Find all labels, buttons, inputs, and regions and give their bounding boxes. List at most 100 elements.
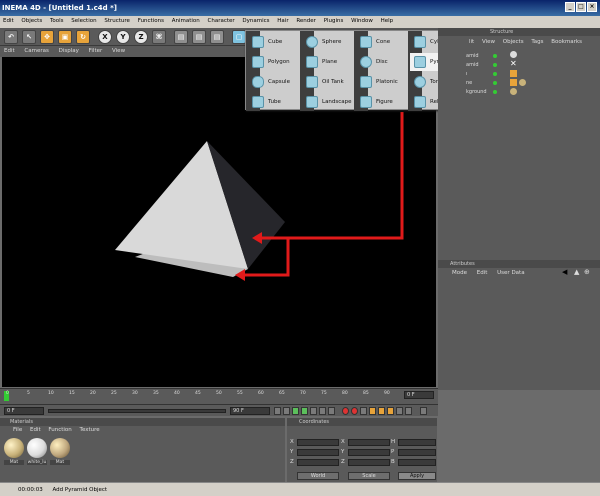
viewport-menu-edit[interactable]: Edit [4,48,15,54]
material-swatch[interactable] [50,438,70,458]
attributes-menu-mode[interactable]: Mode [452,270,467,276]
menu-structure[interactable]: Structure [104,18,130,24]
loop-icon[interactable] [328,407,335,415]
x-axis-button[interactable]: X [98,30,112,44]
coordinate-system-icon[interactable]: ⌘ [152,30,166,44]
position-x-field[interactable] [297,439,339,446]
attributes-menu-edit[interactable]: Edit [477,270,488,276]
back-arrow-icon[interactable]: ◀ [562,268,567,276]
menu-render[interactable]: Render [296,18,316,24]
dropdown-item-capsule[interactable]: Capsule [248,73,304,91]
size-x-field[interactable] [348,439,390,446]
object-row[interactable]: ne [466,79,600,87]
step-forward-icon[interactable] [310,407,317,415]
parameter-key-icon[interactable] [396,407,403,415]
material-swatch[interactable] [4,438,24,458]
objects-menu-view[interactable]: View [482,39,495,45]
menu-hair[interactable]: Hair [277,18,288,24]
object-row[interactable]: amid [466,52,600,60]
move-icon[interactable]: ✥ [40,30,54,44]
dropdown-item-landscape[interactable]: Landscape [302,93,358,111]
render-picture-viewer-icon[interactable]: ▤ [192,30,206,44]
size-mode-select[interactable]: Scale [348,472,390,480]
object-row[interactable]: kground [466,88,600,96]
close-button[interactable]: × [587,2,597,12]
size-y-field[interactable] [348,449,390,456]
start-frame-field[interactable]: 0 F [4,407,44,415]
x-tag-icon[interactable]: ✕ [510,60,517,68]
materials-menu-texture[interactable]: Texture [80,427,100,433]
coordinate-mode-select[interactable]: World [297,472,339,480]
position-y-field[interactable] [297,449,339,456]
menu-edit[interactable]: Edit [3,18,14,24]
visibility-dot-icon[interactable] [493,54,497,58]
menu-window[interactable]: Window [351,18,373,24]
viewport-menu-display[interactable]: Display [59,48,79,54]
materials-menu-edit[interactable]: Edit [30,427,41,433]
maximize-button[interactable]: □ [576,2,586,12]
visibility-dot-icon[interactable] [493,72,497,76]
dropdown-item-figure[interactable]: Figure [356,93,412,111]
material-tag-icon[interactable] [510,79,517,86]
dropdown-item-plane[interactable]: Plane [302,53,358,71]
rotation-key-icon[interactable] [387,407,394,415]
dropdown-item-cube[interactable]: Cube [248,33,304,51]
visibility-dot-icon[interactable] [493,63,497,67]
play-forward-icon[interactable] [301,407,308,415]
auto-key-icon[interactable] [351,407,358,415]
keyframe-selection-icon[interactable] [360,407,367,415]
dropdown-item-cone[interactable]: Cone [356,33,412,51]
rotation-h-field[interactable] [398,439,436,446]
current-frame-field[interactable]: 0 F [404,391,434,399]
materials-menu-function[interactable]: Function [48,427,71,433]
visibility-dot-icon[interactable] [493,90,497,94]
objects-menu-edit[interactable]: lit [469,39,474,45]
material-tag-icon[interactable] [510,70,517,77]
materials-menu-file[interactable]: File [13,427,22,433]
record-icon[interactable] [342,407,349,415]
material-tag-icon[interactable] [510,88,517,95]
dropdown-item-sphere[interactable]: Sphere [302,33,358,51]
y-axis-button[interactable]: Y [116,30,130,44]
end-frame-field[interactable]: 90 F [230,407,270,415]
material-tag-icon[interactable] [519,79,526,86]
visibility-dot-icon[interactable] [493,81,497,85]
menu-animation[interactable]: Animation [172,18,200,24]
material-tag-icon[interactable] [510,51,517,58]
apply-button[interactable]: Apply [398,472,436,480]
dropdown-item-oil-tank[interactable]: Oil Tank [302,73,358,91]
dropdown-item-platonic[interactable]: Platonic [356,73,412,91]
dropdown-item-disc[interactable]: Disc [356,53,412,71]
menu-objects[interactable]: Objects [21,18,42,24]
menu-functions[interactable]: Functions [138,18,164,24]
objects-menu-objects[interactable]: Objects [503,39,524,45]
select-icon[interactable]: ↖ [22,30,36,44]
cube-primitive-icon[interactable]: ▢ [232,30,246,44]
attributes-menu-user-data[interactable]: User Data [497,270,524,276]
menu-plugins[interactable]: Plugins [324,18,344,24]
up-arrow-icon[interactable]: ▲ [574,268,579,276]
object-row[interactable]: ı [466,70,600,78]
menu-dynamics[interactable]: Dynamics [242,18,269,24]
lock-icon[interactable]: ⊕ [584,268,590,276]
menu-help[interactable]: Help [381,18,394,24]
rotation-b-field[interactable] [398,459,436,466]
scale-key-icon[interactable] [378,407,385,415]
play-backward-icon[interactable] [292,407,299,415]
timeline-window-icon[interactable] [420,407,427,415]
menu-tools[interactable]: Tools [50,18,64,24]
render-settings-icon[interactable]: ▤ [210,30,224,44]
objects-menu-tags[interactable]: Tags [531,39,543,45]
minimize-button[interactable]: _ [565,2,575,12]
go-to-end-icon[interactable] [319,407,326,415]
undo-icon[interactable]: ↶ [4,30,18,44]
viewport-menu-filter[interactable]: Filter [89,48,103,54]
viewport-menu-cameras[interactable]: Cameras [24,48,48,54]
point-level-icon[interactable] [405,407,412,415]
rotate-icon[interactable]: ↻ [76,30,90,44]
menu-selection[interactable]: Selection [71,18,96,24]
viewport-menu-view[interactable]: View [112,48,125,54]
dropdown-item-polygon[interactable]: Polygon [248,53,304,71]
menu-character[interactable]: Character [208,18,235,24]
scale-icon[interactable]: ▣ [58,30,72,44]
